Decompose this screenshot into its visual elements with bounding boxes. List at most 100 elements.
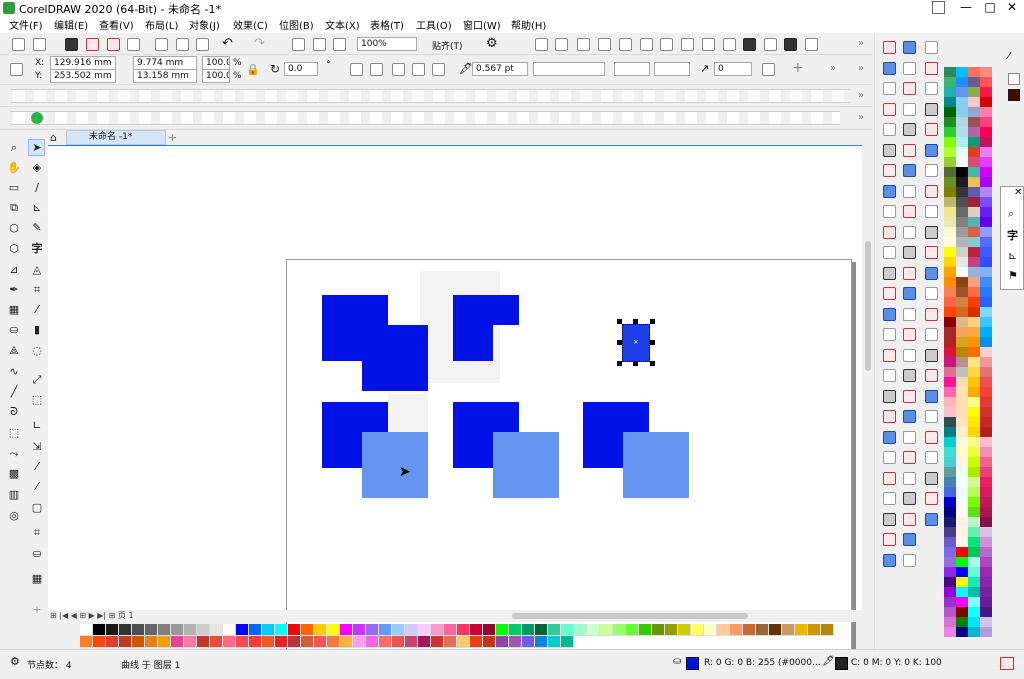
palette-swatch[interactable] [968, 577, 980, 587]
palette-swatch[interactable] [980, 77, 992, 87]
palette-swatch[interactable] [968, 97, 980, 107]
docker-icon[interactable] [883, 246, 896, 259]
property-more-icon[interactable]: » [830, 63, 836, 74]
palette-swatch[interactable] [968, 417, 980, 427]
palette-swatch[interactable] [944, 137, 956, 147]
palette-swatch[interactable] [535, 624, 548, 636]
palette-swatch[interactable] [980, 247, 992, 257]
docker-icon[interactable] [925, 512, 938, 526]
maximize-button[interactable]: □ [978, 0, 1002, 16]
palette-swatch[interactable] [613, 624, 626, 636]
palette-swatch[interactable] [956, 497, 968, 507]
palette-swatch[interactable] [956, 617, 968, 627]
palette-swatch[interactable] [956, 297, 968, 307]
docker-icon[interactable] [883, 143, 896, 157]
palette-swatch[interactable] [956, 407, 968, 417]
palette-swatch[interactable] [980, 117, 992, 127]
palette-swatch[interactable] [980, 67, 992, 77]
custom-icons-row-2[interactable] [10, 111, 840, 125]
horizontal-scrollbar[interactable]: ⊞ |◀ ◀ ⊞ ▶ ▶| ⊞ 页 1 [48, 610, 874, 622]
docker-icon[interactable] [903, 389, 916, 403]
palette-swatch[interactable] [106, 636, 119, 648]
palette-swatch[interactable] [119, 624, 132, 636]
palette-swatch[interactable] [353, 636, 366, 648]
docker-icon[interactable] [883, 492, 896, 505]
docker-icon[interactable] [903, 246, 916, 259]
options-gear-icon[interactable]: ⚙ [486, 36, 498, 51]
palette-swatch[interactable] [980, 307, 992, 317]
palette-swatch[interactable] [483, 624, 496, 636]
selection-handle-tl[interactable] [617, 319, 622, 324]
palette-swatch[interactable] [944, 517, 956, 527]
callout-tool-icon[interactable]: ⬚ [30, 393, 44, 407]
palette-swatch[interactable] [944, 327, 956, 337]
palette-swatch[interactable] [171, 636, 184, 648]
launch-icon-5[interactable] [619, 38, 632, 51]
docker-icon[interactable] [925, 307, 938, 321]
palette-swatch[interactable] [944, 317, 956, 327]
palette-swatch[interactable] [704, 624, 717, 636]
palette-swatch[interactable] [288, 624, 301, 636]
docker-icon[interactable] [903, 143, 916, 157]
palette-swatch[interactable] [968, 547, 980, 557]
palette-swatch[interactable] [956, 77, 968, 87]
palette-swatch[interactable] [548, 624, 561, 636]
palette-swatch[interactable] [944, 107, 956, 117]
launch-icon-7[interactable] [660, 38, 673, 51]
docker-icon[interactable] [903, 225, 916, 239]
palette-swatch[interactable] [93, 624, 106, 636]
docker-icon[interactable] [903, 492, 916, 505]
palette-swatch[interactable] [980, 107, 992, 117]
checker-pattern-icon[interactable]: ▦ [30, 572, 44, 586]
mesh-fill-icon[interactable]: ▩ [7, 467, 21, 481]
app-launcher-icon[interactable] [932, 1, 945, 14]
home-icon[interactable]: ⌂ [50, 132, 57, 143]
export-icon[interactable] [313, 38, 326, 51]
save-icon[interactable] [65, 38, 78, 51]
envelope-tool-icon[interactable]: ⬚ [7, 426, 21, 440]
palette-swatch[interactable] [944, 397, 956, 407]
palette-swatch[interactable] [956, 447, 968, 457]
flyout-flag-icon[interactable]: ⚑ [1008, 269, 1018, 282]
palette-swatch[interactable] [980, 417, 992, 427]
outline-color-swatch[interactable] [835, 657, 848, 670]
palette-swatch[interactable] [944, 217, 956, 227]
palette-swatch[interactable] [980, 427, 992, 437]
scale-height-field[interactable]: 100.0 [202, 69, 230, 83]
dimension-tool-icon[interactable]: ⊾ [30, 201, 44, 215]
palette-swatch[interactable] [956, 587, 968, 597]
docker-icon[interactable] [883, 61, 896, 75]
palette-swatch[interactable] [944, 507, 956, 517]
light-square-4[interactable] [493, 432, 559, 498]
palette-swatch[interactable] [980, 407, 992, 417]
open-folder-icon[interactable] [33, 38, 46, 51]
smart-fill-bucket-icon[interactable]: ⛀ [30, 547, 44, 561]
palette-swatch[interactable] [944, 597, 956, 607]
vertical-scroll-thumb[interactable] [865, 241, 871, 371]
polygon-tool-icon[interactable]: ⬡ [7, 242, 21, 256]
palette-swatch[interactable] [980, 597, 992, 607]
palette-swatch[interactable] [956, 477, 968, 487]
docker-icon[interactable] [925, 287, 938, 300]
palette-swatch[interactable] [944, 557, 956, 567]
docker-icon[interactable] [925, 389, 938, 403]
flyout-close-icon[interactable]: ✕ [1014, 187, 1022, 198]
palette-swatch[interactable] [197, 636, 210, 648]
fill-bucket-icon[interactable]: ◬ [30, 263, 44, 277]
palette-swatch[interactable] [944, 437, 956, 447]
docker-icon[interactable] [925, 143, 938, 157]
launch-icon-12[interactable] [764, 38, 777, 51]
docker-icon[interactable] [903, 307, 916, 321]
palette-swatch[interactable] [980, 557, 992, 567]
default-palette[interactable] [944, 33, 994, 637]
palette-swatch[interactable] [944, 617, 956, 627]
palette-swatch[interactable] [353, 624, 366, 636]
palette-swatch[interactable] [968, 517, 980, 527]
import-icon[interactable] [292, 38, 305, 51]
palette-swatch[interactable] [730, 624, 743, 636]
docker-icon[interactable] [883, 205, 896, 218]
symmetry-tool-icon[interactable]: ⊿ [7, 263, 21, 277]
palette-swatch[interactable] [956, 457, 968, 467]
palette-swatch[interactable] [956, 397, 968, 407]
palette-swatch[interactable] [956, 157, 968, 167]
